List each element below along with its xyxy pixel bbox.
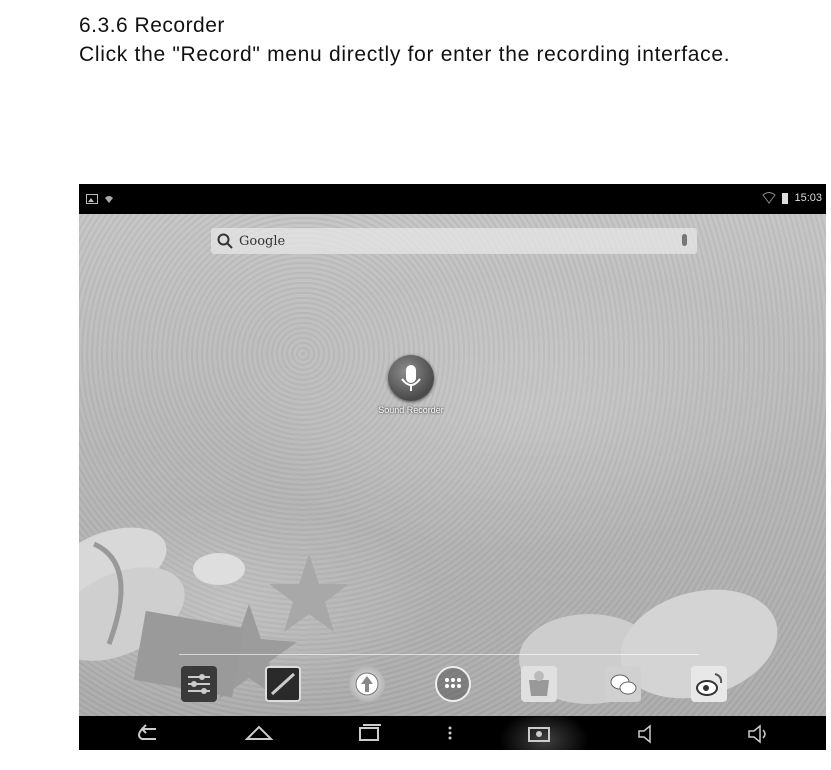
microphone-icon: [401, 365, 421, 391]
volume-up-icon[interactable]: [744, 722, 774, 744]
instruction-text: Click the "Record" menu directly for ent…: [79, 43, 731, 66]
settings-icon[interactable]: [181, 666, 217, 702]
upload-icon[interactable]: [349, 666, 385, 702]
sound-recorder-label: Sound Recorder: [378, 405, 444, 415]
app-drawer-icon[interactable]: [435, 666, 471, 702]
gallery-icon[interactable]: [265, 666, 301, 702]
status-time: 15:03: [794, 192, 822, 204]
status-bar: 15:03: [79, 184, 826, 214]
back-icon[interactable]: [134, 722, 164, 744]
volume-down-icon[interactable]: [634, 722, 664, 744]
battery-icon: [782, 193, 789, 204]
tablet-screen: 15:03 Google Sound Recorder: [79, 184, 826, 750]
search-icon: [217, 233, 233, 249]
starfish-1: [269, 554, 349, 632]
menu-icon[interactable]: [445, 722, 455, 744]
store-icon[interactable]: [521, 666, 557, 702]
wifi-notification-icon: [105, 196, 113, 203]
app-dock: [79, 664, 826, 710]
wechat-icon[interactable]: [605, 666, 641, 702]
voice-search-icon[interactable]: [682, 234, 687, 246]
section-heading: 6.3.6 Recorder: [79, 14, 225, 37]
recent-apps-icon[interactable]: [354, 722, 384, 744]
google-search-bar[interactable]: Google: [211, 228, 697, 254]
wifi-signal-icon: [762, 192, 777, 204]
dock-divider: [179, 654, 699, 655]
screenshot-icon[interactable]: [525, 722, 555, 744]
weibo-icon[interactable]: [691, 666, 727, 702]
sound-recorder-icon[interactable]: [388, 355, 434, 401]
home-icon[interactable]: [244, 722, 274, 744]
navigation-bar: [79, 710, 826, 750]
search-label: Google: [239, 233, 286, 249]
shell: [193, 553, 245, 585]
image-notification-icon: [86, 194, 98, 204]
